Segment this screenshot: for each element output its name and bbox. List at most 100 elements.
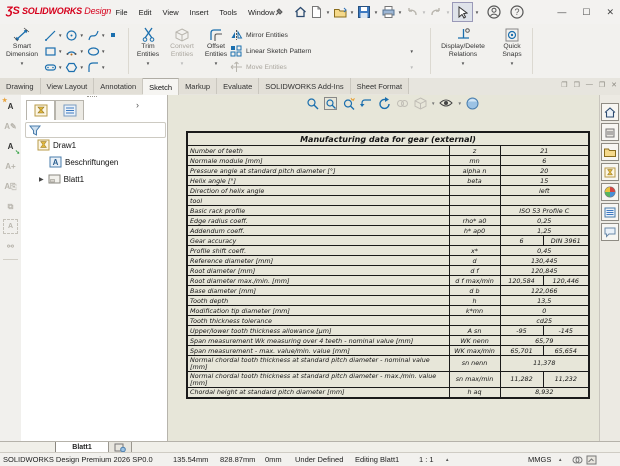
- gear-table-row[interactable]: Gear accuracy6DIN 3961: [187, 236, 589, 246]
- gear-table-row[interactable]: Helix angle [°]beta15: [187, 176, 589, 186]
- view-settings-icon[interactable]: [466, 96, 480, 110]
- custom-properties-icon[interactable]: [601, 203, 619, 221]
- units-dropdown-icon[interactable]: ▲: [558, 457, 562, 462]
- home-icon[interactable]: [292, 3, 308, 21]
- gear-table-row[interactable]: Modification tip diameter [mm]k*mn0: [187, 306, 589, 316]
- point-tool-icon[interactable]: [110, 32, 116, 38]
- appearances-icon[interactable]: [601, 183, 619, 201]
- sheet-scale[interactable]: 1 : 1: [419, 455, 434, 464]
- menu-file[interactable]: File: [110, 8, 133, 17]
- gear-table-row[interactable]: Span measurement - max. value/min. value…: [187, 346, 589, 356]
- tab-solidworks-add-ins[interactable]: SOLIDWORKS Add-Ins: [259, 78, 350, 94]
- gear-table-title[interactable]: Manufacturing data for gear (external): [187, 132, 589, 146]
- pin-icon[interactable]: [274, 7, 284, 17]
- doc-minimize-icon[interactable]: —: [586, 81, 593, 89]
- arc-tool-icon[interactable]: [65, 45, 78, 58]
- home-tab-icon[interactable]: [601, 103, 619, 121]
- doc-restore2-icon[interactable]: ❐: [574, 81, 580, 89]
- tree-item-draw1[interactable]: Draw1: [27, 139, 76, 151]
- status-icon-2[interactable]: [586, 455, 597, 465]
- format-painter-icon[interactable]: A➘: [3, 139, 18, 154]
- tab-sheet-format[interactable]: Sheet Format: [351, 78, 409, 94]
- gear-table-row[interactable]: tool: [187, 196, 589, 206]
- gear-table-row[interactable]: Addendum coeff.h* ap01,25: [187, 226, 589, 236]
- gear-table-row[interactable]: Basic rack profileISO 53 Profile C: [187, 206, 589, 216]
- save-icon[interactable]: [356, 3, 372, 21]
- gear-data-table[interactable]: Manufacturing data for gear (external) N…: [186, 131, 590, 399]
- gear-table-row[interactable]: Reference diameter [mm]d130,445: [187, 256, 589, 266]
- gear-table-row[interactable]: Normale module [mm]mn6: [187, 156, 589, 166]
- smart-dimension-button[interactable]: Smart Dimension ▼: [2, 26, 42, 68]
- property-manager-tab[interactable]: [55, 100, 84, 120]
- tab-view-layout[interactable]: View Layout: [41, 78, 95, 94]
- comments-icon[interactable]: [601, 223, 619, 241]
- maximize-button[interactable]: ☐: [582, 7, 590, 18]
- sign-in-icon[interactable]: [486, 3, 502, 21]
- file-explorer-icon[interactable]: [601, 143, 619, 161]
- trim-entities-button[interactable]: Trim Entities ▼: [131, 26, 165, 68]
- slot-tool-icon[interactable]: [44, 61, 57, 74]
- fillet-tool-icon[interactable]: [87, 61, 100, 74]
- note-icon[interactable]: A★: [3, 99, 18, 114]
- menu-edit[interactable]: Edit: [133, 8, 157, 17]
- select-tool-button[interactable]: [452, 2, 473, 22]
- spline-tool-icon[interactable]: [87, 29, 100, 42]
- menu-view[interactable]: View: [157, 8, 184, 17]
- tab-markup[interactable]: Markup: [179, 78, 217, 94]
- tree-filter[interactable]: [25, 122, 166, 138]
- tab-annotation[interactable]: Annotation: [94, 78, 143, 94]
- polygon-tool-icon[interactable]: [65, 61, 78, 74]
- gear-table-row[interactable]: Edge radius coeff.rho* a00,25: [187, 216, 589, 226]
- gear-table-row[interactable]: Tooth thickness tolerancecd25: [187, 316, 589, 326]
- gear-table-row[interactable]: Chordal height at standard pitch diamete…: [187, 388, 589, 398]
- gear-table-row[interactable]: Pressure angle at standard pitch diamete…: [187, 166, 589, 176]
- doc-maximize-icon[interactable]: ❐: [599, 81, 605, 89]
- gear-table-row[interactable]: Tooth depthh13,5: [187, 296, 589, 306]
- menu-tools[interactable]: Tools: [214, 8, 243, 17]
- units-label[interactable]: MMGS: [528, 455, 551, 464]
- menu-insert[interactable]: Insert: [184, 8, 214, 17]
- doc-close-icon[interactable]: ✕: [611, 81, 617, 89]
- previous-view-icon[interactable]: [359, 96, 373, 110]
- zoom-to-fit-icon[interactable]: [323, 96, 337, 110]
- panel-grip[interactable]: [87, 96, 97, 99]
- gear-table-row[interactable]: Profile shift coeff.x*0,45: [187, 246, 589, 256]
- rectangle-tool-icon[interactable]: [44, 45, 57, 58]
- ellipse-tool-icon[interactable]: [87, 45, 100, 58]
- expander-icon[interactable]: ▶: [39, 176, 44, 183]
- new-document-icon[interactable]: [308, 3, 324, 21]
- print-icon[interactable]: [380, 3, 396, 21]
- gear-table-row[interactable]: Upper/lower tooth thickness allowance [µ…: [187, 326, 589, 336]
- circle-tool-icon[interactable]: [65, 29, 78, 42]
- zoom-icon[interactable]: [305, 96, 319, 110]
- expand-panel-icon[interactable]: ›: [136, 100, 139, 120]
- help-icon[interactable]: ?: [509, 3, 525, 21]
- display-delete-relations-button[interactable]: Display/Delete Relations ▼: [433, 26, 493, 68]
- gear-table-row[interactable]: Base diameter [mm]d b122,066: [187, 286, 589, 296]
- tab-drawing[interactable]: Drawing: [0, 78, 41, 94]
- gear-table-row[interactable]: Normal chordal tooth thickness at standa…: [187, 372, 589, 388]
- rotate-view-icon[interactable]: [377, 96, 391, 110]
- linear-pattern-button[interactable]: Linear Sketch Pattern ▼: [230, 43, 414, 59]
- tree-item-blatt1[interactable]: ▶Blatt1: [39, 173, 84, 185]
- open-icon[interactable]: [332, 3, 348, 21]
- tab-evaluate[interactable]: Evaluate: [217, 78, 259, 94]
- gear-table-row[interactable]: Root diameter [mm]d f120,845: [187, 266, 589, 276]
- design-library-icon[interactable]: [601, 163, 619, 181]
- zoom-to-area-icon[interactable]: [341, 96, 355, 110]
- close-button[interactable]: ✕: [606, 7, 614, 18]
- gear-table-row[interactable]: Number of teethz21: [187, 146, 589, 156]
- gear-table-row[interactable]: Root diameter max./min. [mm]d f max/min1…: [187, 276, 589, 286]
- line-tool-icon[interactable]: [44, 29, 57, 42]
- minimize-button[interactable]: —: [557, 7, 566, 17]
- offset-entities-button[interactable]: Offset Entities ▼: [199, 26, 233, 68]
- quick-snaps-button[interactable]: Quick Snaps ▼: [495, 26, 529, 68]
- tree-item-beschriftungen[interactable]: ABeschriftungen: [39, 156, 118, 168]
- feature-tree-tab[interactable]: [26, 100, 55, 120]
- gear-table-row[interactable]: Normal chordal tooth thickness at standa…: [187, 356, 589, 372]
- scale-dropdown-icon[interactable]: ▲: [445, 457, 449, 462]
- status-icon-1[interactable]: [572, 455, 583, 465]
- gear-table-row[interactable]: Span measurement Wk measuring over 4 tee…: [187, 336, 589, 346]
- hide-show-icon[interactable]: [439, 96, 453, 110]
- mirror-entities-button[interactable]: Mirror Entities: [230, 27, 414, 43]
